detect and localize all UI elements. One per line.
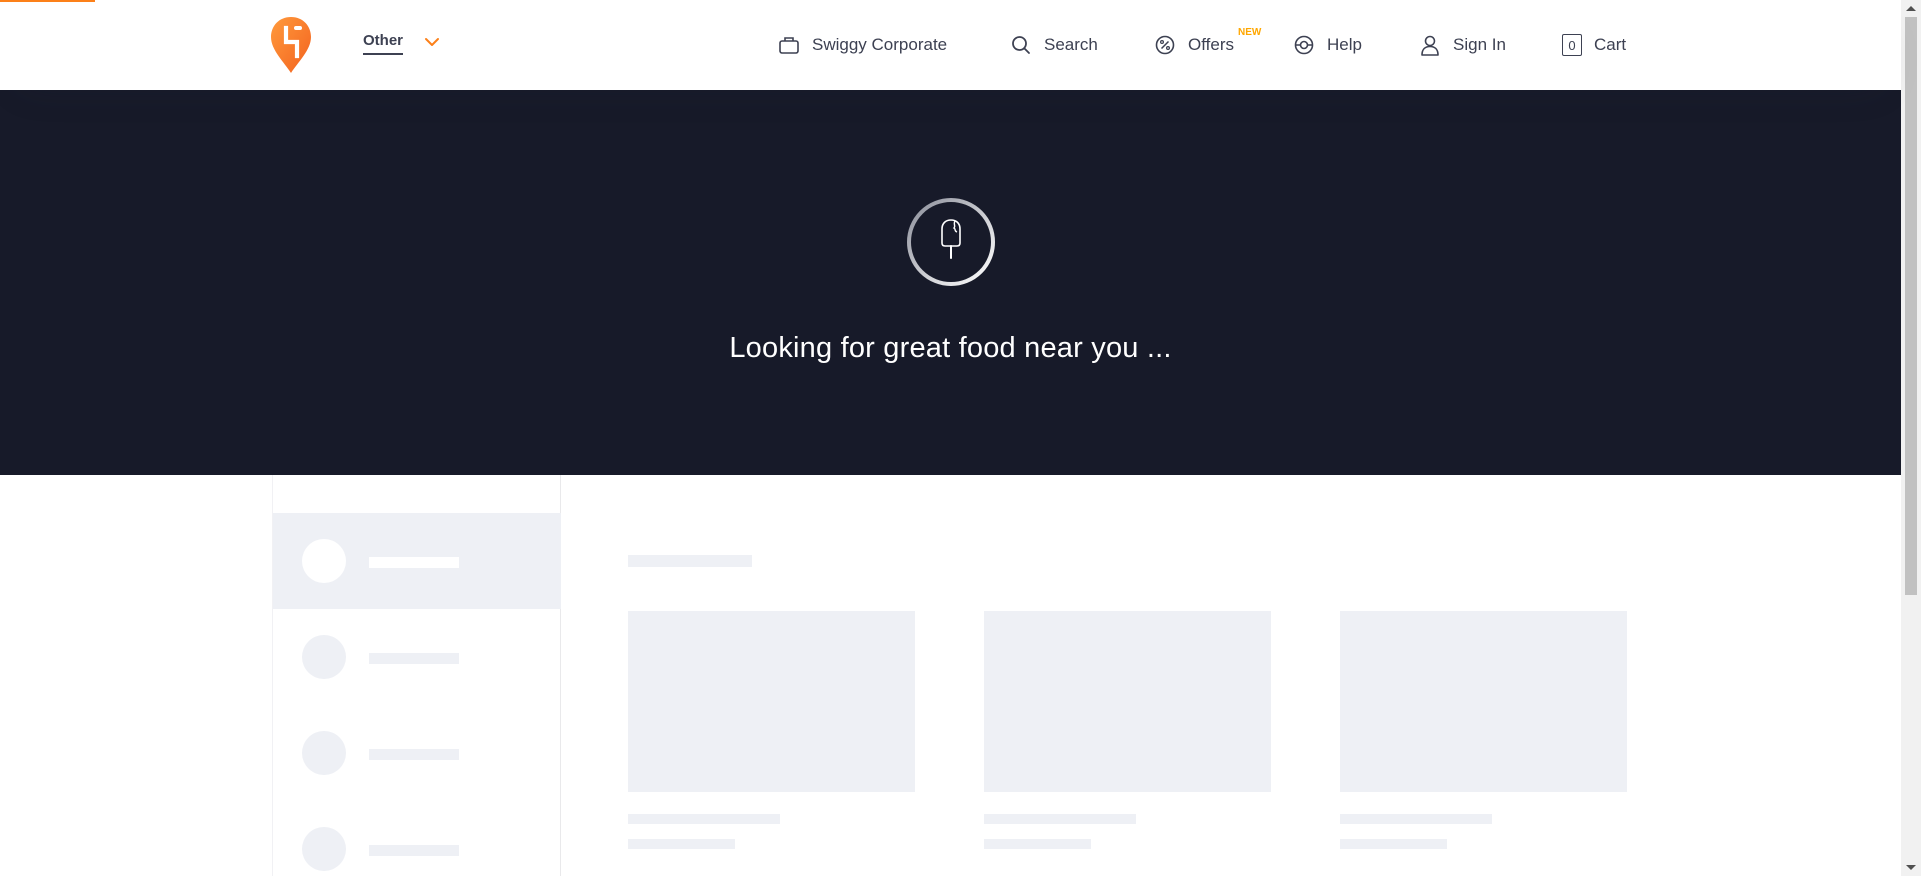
nav-help-label: Help	[1327, 35, 1362, 54]
skeleton-card-subtitle	[984, 839, 1091, 849]
scroll-down-arrow-icon[interactable]	[1906, 865, 1916, 870]
nav-help[interactable]: Help	[1293, 34, 1362, 56]
cart-count: 0	[1568, 37, 1576, 53]
category-sidebar-skeleton	[272, 475, 561, 876]
nav-swiggy-corporate[interactable]: Swiggy Corporate	[778, 34, 947, 56]
search-icon	[1012, 36, 1030, 54]
skeleton-card-title	[628, 814, 780, 824]
sidebar-skeleton-item	[273, 705, 561, 801]
skeleton-card	[1340, 611, 1627, 792]
skeleton-card-title	[1340, 814, 1492, 824]
ice-cream-icon	[907, 198, 995, 286]
sidebar-skeleton-item	[273, 513, 561, 609]
nav-cart-label: Cart	[1594, 35, 1627, 54]
chevron-down-icon	[425, 37, 440, 46]
user-icon	[1421, 35, 1439, 56]
scrollbar-thumb[interactable]	[1905, 17, 1917, 595]
nav-cart[interactable]: 0 Cart	[1562, 34, 1626, 56]
nav-swiggy-corporate-label: Swiggy Corporate	[812, 35, 948, 54]
skeleton-card-subtitle	[1340, 839, 1447, 849]
nav-offers-label: Offers	[1188, 35, 1234, 54]
offers-new-badge: NEW	[1238, 27, 1262, 38]
scroll-up-arrow-icon[interactable]	[1906, 6, 1916, 11]
page-scrollbar[interactable]	[1901, 0, 1921, 876]
skeleton-card-subtitle	[628, 839, 735, 849]
skeleton-heading	[628, 555, 752, 567]
offers-percent-icon	[1155, 35, 1175, 55]
nav-sign-in[interactable]: Sign In	[1419, 34, 1506, 56]
nav-search[interactable]: Search	[1010, 34, 1098, 56]
cart-icon: 0	[1562, 34, 1582, 56]
loading-message: Looking for great food near you ...	[729, 332, 1172, 364]
nav-sign-in-label: Sign In	[1453, 35, 1506, 54]
briefcase-icon	[779, 37, 799, 54]
location-label: Other	[363, 32, 404, 55]
skeleton-line	[369, 653, 459, 664]
skeleton-line	[369, 749, 459, 760]
location-selector[interactable]: Other	[363, 32, 441, 55]
sidebar-skeleton-item	[273, 801, 561, 876]
skeleton-line	[369, 845, 459, 856]
skeleton-card	[984, 611, 1271, 792]
site-header: Other Swiggy Corporate Search Offers NEW…	[0, 0, 1901, 90]
skeleton-avatar	[302, 827, 346, 871]
skeleton-card-title	[984, 814, 1136, 824]
loading-hero-banner: Looking for great food near you ...	[0, 90, 1901, 475]
skeleton-avatar	[302, 635, 346, 679]
page-loading-progress-bar	[0, 0, 95, 2]
help-lifebuoy-icon	[1294, 35, 1314, 55]
nav-offers[interactable]: Offers NEW	[1154, 27, 1261, 56]
skeleton-avatar	[302, 731, 346, 775]
sidebar-skeleton-item	[273, 609, 561, 705]
nav-search-label: Search	[1044, 35, 1098, 54]
skeleton-avatar	[302, 539, 346, 583]
skeleton-card	[628, 611, 915, 792]
skeleton-line	[369, 557, 459, 568]
swiggy-logo[interactable]	[270, 16, 312, 74]
